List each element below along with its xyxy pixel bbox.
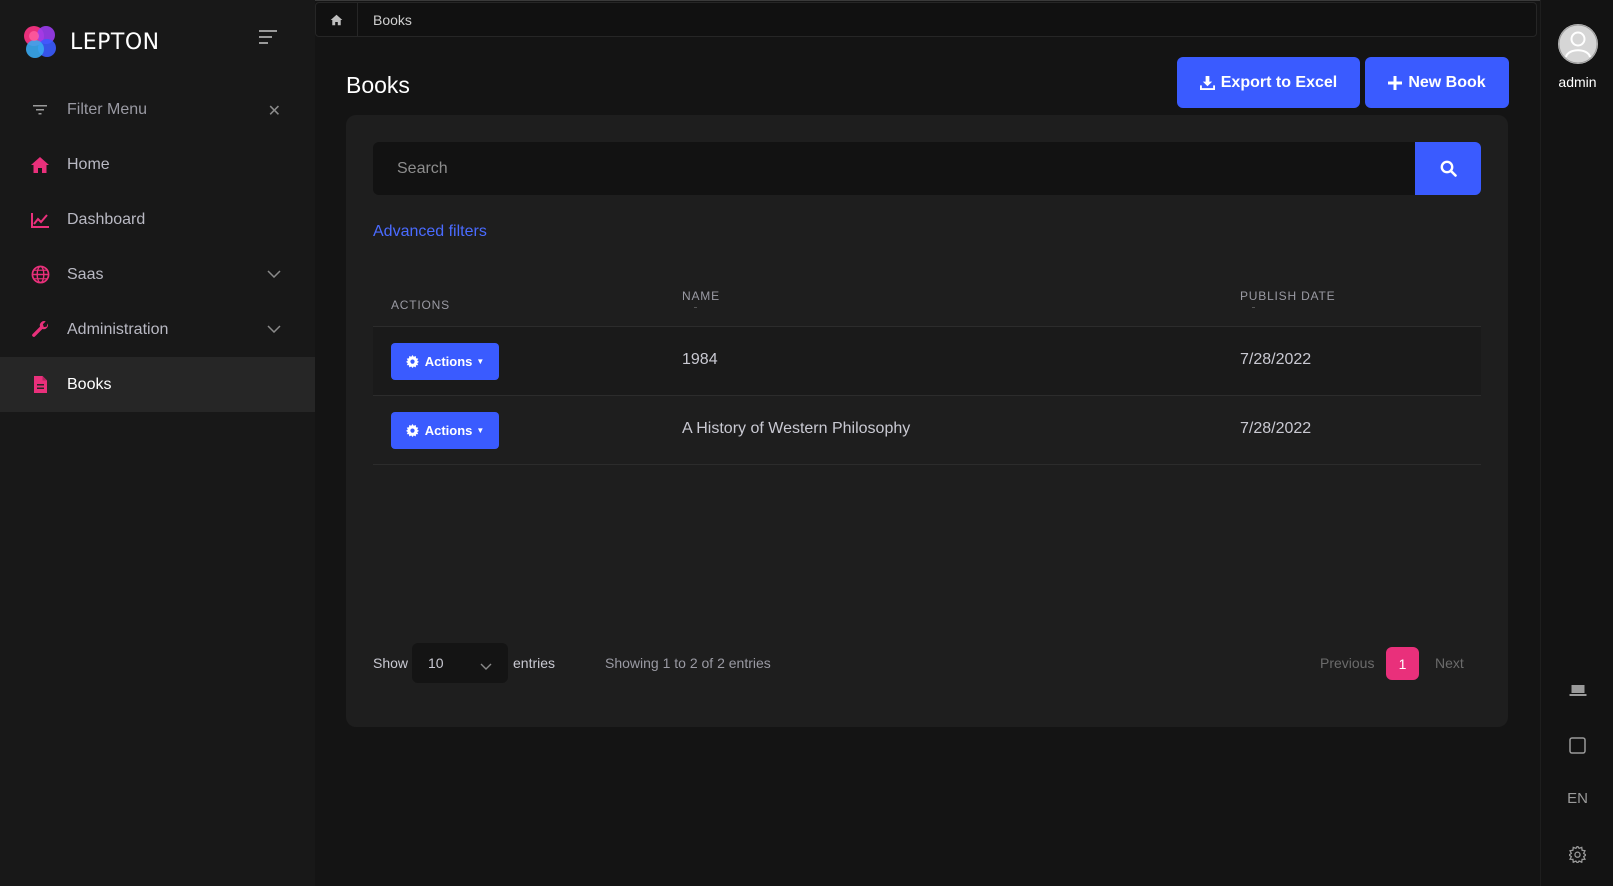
user-name[interactable]: admin bbox=[1541, 74, 1613, 90]
column-header-publish-date-label: PUBLISH DATE bbox=[1240, 289, 1336, 303]
sidebar-item-home[interactable]: Home bbox=[0, 137, 315, 192]
next-page-button[interactable]: Next bbox=[1435, 655, 1464, 671]
books-table: ACTIONS NAME PUBLISH DATE Actions ▼ 1984… bbox=[373, 275, 1481, 465]
sort-indicator bbox=[694, 307, 697, 308]
actions-label: Actions bbox=[424, 423, 473, 438]
chart-line-icon bbox=[30, 210, 50, 230]
column-header-name-label: NAME bbox=[682, 289, 720, 303]
gear-icon bbox=[405, 424, 419, 437]
book-name-cell: A History of Western Philosophy bbox=[682, 420, 911, 437]
sidebar-nav: Filter Menu ✕ Home Dashboard Saas Admini… bbox=[0, 82, 315, 412]
language-selector[interactable]: EN bbox=[1541, 790, 1613, 807]
publish-date-cell: 7/28/2022 bbox=[1240, 351, 1312, 368]
sidebar-item-label: Dashboard bbox=[67, 210, 146, 228]
chevron-down-icon bbox=[267, 265, 281, 283]
table-row: Actions ▼ A History of Western Philosoph… bbox=[373, 396, 1481, 465]
user-icon bbox=[1558, 24, 1598, 64]
sidebar-item-administration[interactable]: Administration bbox=[0, 302, 315, 357]
search-input[interactable] bbox=[373, 142, 1415, 195]
chevron-down-icon bbox=[480, 657, 492, 673]
actions-dropdown-button[interactable]: Actions ▼ bbox=[391, 343, 499, 380]
settings-gear-icon[interactable] bbox=[1541, 846, 1613, 863]
caret-down-icon: ▼ bbox=[476, 357, 485, 366]
sidebar-item-dashboard[interactable]: Dashboard bbox=[0, 192, 315, 247]
search-bar bbox=[373, 142, 1481, 195]
laptop-icon[interactable] bbox=[1541, 684, 1613, 697]
sidebar: LEPTON Filter Menu ✕ Home Dashboard Saas… bbox=[0, 0, 315, 886]
export-label: Export to Excel bbox=[1220, 73, 1338, 91]
menu-collapse-icon[interactable] bbox=[259, 30, 281, 48]
sidebar-item-saas[interactable]: Saas bbox=[0, 247, 315, 302]
column-header-name[interactable]: NAME bbox=[682, 289, 720, 308]
new-book-label: New Book bbox=[1408, 73, 1486, 91]
home-icon bbox=[30, 155, 50, 175]
brand-name: LEPTON bbox=[70, 29, 160, 55]
plus-icon bbox=[1388, 75, 1403, 90]
sidebar-item-label: Books bbox=[67, 375, 112, 393]
show-label: Show bbox=[373, 655, 409, 671]
breadcrumb-current: Books bbox=[373, 11, 412, 28]
breadcrumb-home[interactable] bbox=[316, 3, 358, 36]
page-1-button[interactable]: 1 bbox=[1386, 647, 1419, 680]
breadcrumb: Books bbox=[315, 2, 1537, 37]
book-name-cell: 1984 bbox=[682, 351, 718, 368]
column-header-actions: ACTIONS bbox=[391, 298, 450, 312]
table-header: ACTIONS NAME PUBLISH DATE bbox=[373, 275, 1481, 327]
file-icon bbox=[30, 375, 50, 395]
pagination-summary: Showing 1 to 2 of 2 entries bbox=[605, 655, 771, 671]
column-header-publish-date[interactable]: PUBLISH DATE bbox=[1240, 289, 1335, 308]
home-icon bbox=[330, 14, 343, 25]
gear-icon bbox=[405, 355, 419, 368]
right-toolbar: admin EN bbox=[1540, 0, 1613, 886]
page-title: Books bbox=[346, 72, 410, 98]
wrench-icon bbox=[30, 320, 50, 340]
download-icon bbox=[1199, 75, 1215, 90]
entries-label: entries bbox=[513, 655, 556, 671]
page-size-select[interactable]: 10 bbox=[412, 643, 508, 683]
search-button[interactable] bbox=[1415, 142, 1481, 195]
search-icon bbox=[1440, 160, 1457, 177]
filter-menu[interactable]: Filter Menu ✕ bbox=[0, 82, 315, 137]
caret-down-icon: ▼ bbox=[476, 426, 485, 435]
export-excel-button[interactable]: Export to Excel bbox=[1177, 57, 1360, 108]
sidebar-item-label: Saas bbox=[67, 265, 104, 283]
user-avatar[interactable] bbox=[1558, 24, 1598, 64]
sidebar-item-label: Home bbox=[67, 155, 110, 173]
filter-icon bbox=[30, 100, 50, 120]
brand[interactable]: LEPTON bbox=[22, 24, 160, 60]
table-row: Actions ▼ 1984 7/28/2022 bbox=[373, 327, 1481, 396]
close-icon[interactable]: ✕ bbox=[268, 101, 281, 121]
sidebar-item-label: Administration bbox=[67, 320, 169, 338]
actions-dropdown-button[interactable]: Actions ▼ bbox=[391, 412, 499, 449]
filter-menu-label: Filter Menu bbox=[67, 100, 148, 118]
new-book-button[interactable]: New Book bbox=[1365, 57, 1509, 108]
page-size-value: 10 bbox=[428, 655, 444, 671]
publish-date-cell: 7/28/2022 bbox=[1240, 420, 1312, 437]
square-icon[interactable] bbox=[1541, 737, 1613, 754]
lepton-logo-icon bbox=[24, 26, 56, 58]
books-card: Advanced filters ACTIONS NAME PUBLISH DA… bbox=[346, 115, 1508, 727]
advanced-filters-link[interactable]: Advanced filters bbox=[373, 223, 487, 241]
previous-page-button[interactable]: Previous bbox=[1320, 655, 1374, 671]
globe-icon bbox=[30, 265, 50, 285]
sidebar-item-books[interactable]: Books bbox=[0, 357, 315, 412]
sort-indicator bbox=[1252, 307, 1255, 308]
actions-label: Actions bbox=[424, 354, 473, 369]
chevron-down-icon bbox=[267, 320, 281, 338]
table-footer: Show 10 entries Showing 1 to 2 of 2 entr… bbox=[373, 643, 1481, 683]
